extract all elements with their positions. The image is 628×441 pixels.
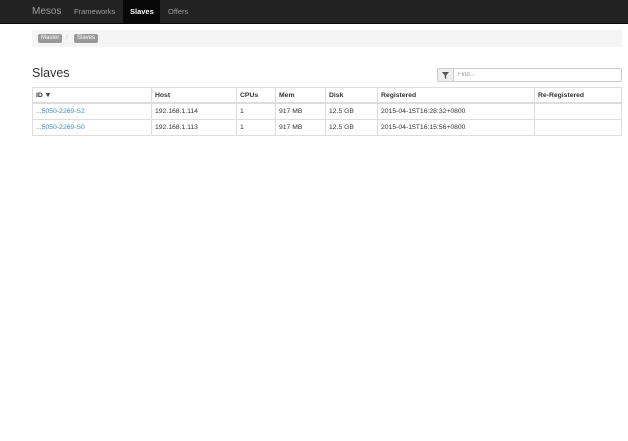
slaves-table: ID ▼ Host CPUs Mem Disk Registered Re-Re… — [32, 87, 622, 136]
top-navbar: Mesos Frameworks Slaves Offers — [0, 0, 628, 24]
column-header-cpus[interactable]: CPUs — [236, 87, 276, 104]
breadcrumb-slaves: Slaves — [74, 34, 99, 43]
cell-host: 192.168.1.114 — [151, 102, 237, 120]
column-header-reregistered[interactable]: Re-Registered — [534, 87, 622, 104]
cell-mem: 917 MB — [275, 102, 326, 120]
breadcrumb: Master / Slaves — [32, 30, 622, 47]
cell-id: ...5050-2269-S2 — [32, 102, 152, 120]
cell-registered: 2015-04-15T16:28:32+0800 — [377, 102, 535, 120]
column-header-mem[interactable]: Mem — [275, 87, 326, 104]
table-row: ...5050-2269-S0 192.168.1.113 1 917 MB 1… — [32, 119, 622, 136]
cell-reregistered — [534, 119, 622, 136]
nav-offers[interactable]: Offers — [161, 0, 195, 23]
column-header-id[interactable]: ID ▼ — [32, 87, 152, 104]
slave-id-link[interactable]: ...5050-2269-S0 — [36, 124, 85, 131]
column-header-registered[interactable]: Registered — [377, 87, 535, 104]
cell-cpus: 1 — [236, 119, 276, 136]
table-row: ...5050-2269-S2 192.168.1.114 1 917 MB 1… — [32, 102, 622, 120]
cell-mem: 917 MB — [275, 119, 326, 136]
cell-disk: 12.5 GB — [325, 102, 378, 120]
breadcrumb-separator: / — [66, 35, 68, 41]
cell-id: ...5050-2269-S0 — [32, 119, 152, 136]
column-header-disk[interactable]: Disk — [325, 87, 378, 104]
page-title: Slaves — [32, 66, 70, 80]
breadcrumb-master[interactable]: Master — [38, 34, 63, 43]
cell-disk: 12.5 GB — [325, 119, 378, 136]
find-input[interactable] — [453, 68, 622, 82]
nav-frameworks[interactable]: Frameworks — [67, 0, 122, 23]
filter-icon — [442, 72, 449, 79]
nav-slaves[interactable]: Slaves — [123, 0, 160, 23]
cell-registered: 2015-04-15T16:15:56+0800 — [377, 119, 535, 136]
column-header-host[interactable]: Host — [151, 87, 237, 104]
cell-reregistered — [534, 102, 622, 120]
table-header-row: ID ▼ Host CPUs Mem Disk Registered Re-Re… — [32, 87, 622, 104]
cell-cpus: 1 — [236, 102, 276, 120]
cell-host: 192.168.1.113 — [151, 119, 237, 136]
filter-addon — [437, 68, 453, 82]
brand-logo[interactable]: Mesos — [32, 0, 61, 23]
slave-id-link[interactable]: ...5050-2269-S2 — [36, 108, 85, 115]
